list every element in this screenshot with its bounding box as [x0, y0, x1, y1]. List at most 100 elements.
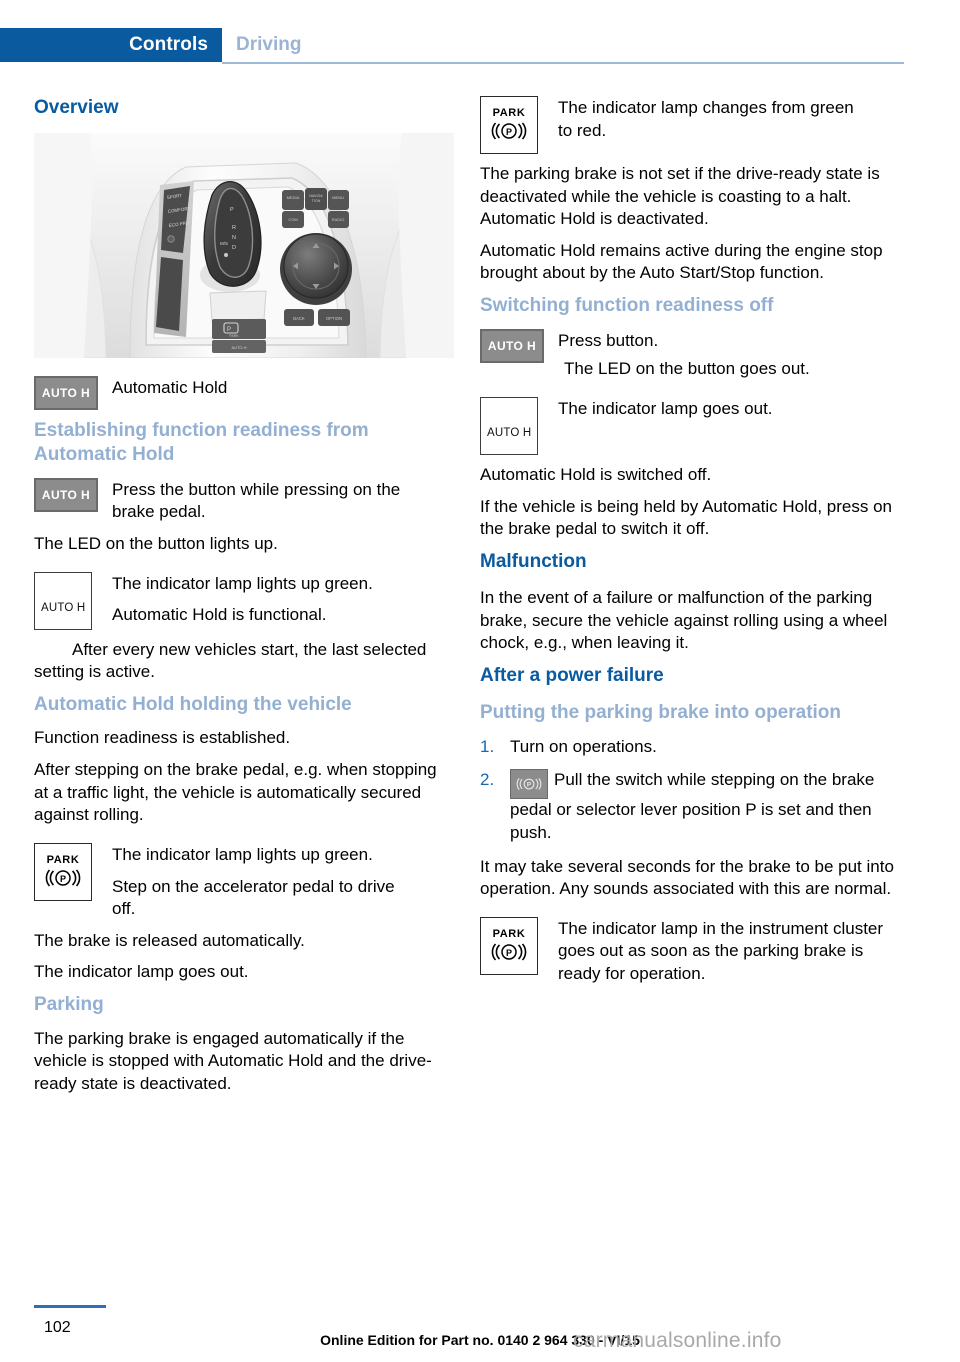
park-label: PARK [492, 107, 526, 119]
paragraph-brake-released: The brake is released automatically. [34, 930, 305, 950]
heading-establishing-readiness: Establishing function readiness from Aut… [34, 420, 369, 465]
text-line: Step on the accelerator pedal to drive [112, 876, 395, 896]
park-lamp-text: The indicator lamp lights up green. Step… [112, 843, 454, 921]
step-2-text: Pull the switch while stepping on the br… [510, 770, 875, 842]
text-line: Automatic Hold is functional. [112, 605, 327, 625]
left-column: Overview SPORT COMFORT ECO PRO P R N D M… [34, 96, 454, 1105]
svg-text:MEDIA: MEDIA [287, 195, 300, 200]
paragraph-after-vehicle-start: After every new vehicles start, the last… [34, 639, 454, 684]
svg-text:P: P [527, 782, 532, 789]
park-label: PARK [492, 927, 526, 940]
svg-text:P: P [227, 327, 231, 333]
heading-malfunction: Malfunction [480, 550, 587, 572]
console-caption-text: Automatic Hold [112, 376, 454, 400]
text-line: Press the button while pressing on the [112, 479, 401, 499]
park-brake-indicator-lamp-icon: PARK P [34, 842, 92, 901]
auto-hold-button-icon: AUTO H [480, 328, 544, 363]
paragraph-function-readiness: Function readiness is established. [34, 728, 291, 748]
svg-text:TION: TION [312, 199, 321, 203]
svg-text:COM: COM [288, 217, 297, 222]
svg-text:N: N [232, 235, 236, 241]
icon-cell: PARK P [480, 916, 558, 975]
paragraph-malfunction: In the event of a failure or malfunction… [480, 588, 888, 653]
heading-putting-into-operation: Putting the parking brake into operation [480, 702, 842, 724]
svg-text:R: R [232, 225, 236, 231]
step-number: 2. [480, 770, 495, 790]
paragraph-switched-off: Automatic Hold is switched off. [480, 465, 712, 485]
icon-cell: PARK P [480, 96, 558, 154]
svg-text:D: D [232, 245, 236, 251]
text-line: brake pedal. [112, 502, 206, 522]
right-column: PARK P The indicator lamp changes from g… [480, 96, 900, 995]
auto-hold-indicator-lamp-icon: AUTO H [34, 571, 92, 630]
establishing-icon-row: AUTO H Press the button while pressing o… [34, 477, 454, 524]
brake-symbol-icon: P [43, 867, 83, 889]
footer-edition-text: Online Edition for Part no. 0140 2 964 3… [320, 1332, 640, 1348]
text-line: Press button. [558, 330, 659, 350]
paragraph-lamp-goes-out: The indicator lamp goes out. [34, 962, 249, 982]
press-button-text: Press button. The LED on the button goes… [558, 329, 900, 381]
text-line: The indicator lamp lights up green. [112, 844, 373, 864]
step-text: Turn on operations. [510, 736, 657, 756]
console-figure-svg: SPORT COMFORT ECO PRO P R N D M/S P PARK… [34, 133, 454, 359]
text-line: off. [112, 899, 136, 919]
svg-text:M/S: M/S [220, 241, 228, 246]
park-brake-indicator-lamp-icon: PARK P [480, 96, 538, 154]
establishing-text: Press the button while pressing on the b… [112, 478, 454, 524]
auto-hold-button-icon: AUTO H [34, 477, 98, 512]
header-divider [222, 62, 904, 64]
paragraph-parking-brake-engaged: The parking brake is engaged automatical… [34, 1028, 432, 1093]
text-line: The indicator lamp changes from green [558, 98, 854, 117]
lamp-green-text: The indicator lamp lights up green. Auto… [112, 572, 454, 627]
park-changes-text: The indicator lamp changes from green to… [558, 96, 900, 142]
icon-cell: AUTO H [34, 477, 112, 512]
caption-line: Automatic Hold [112, 378, 228, 398]
paragraph-remains-active: Automatic Hold remains active during the… [480, 240, 883, 283]
svg-text:RADIO: RADIO [332, 217, 345, 222]
icon-cell: PARK P [34, 842, 112, 901]
lamp-green-row: AUTO H The indicator lamp lights up gree… [34, 571, 454, 630]
text-line: The indicator lamp goes out. [558, 399, 773, 419]
svg-text:AUTO H: AUTO H [231, 345, 246, 350]
paragraph-led-lights-up: The LED on the button lights up. [34, 533, 278, 553]
park-lamp-green-row: PARK P The indicator lamp lights up gree… [34, 842, 454, 921]
auto-hold-indicator-lamp-icon: AUTO H [480, 397, 538, 456]
park-brake-indicator-lamp-icon: PARK P [480, 916, 538, 975]
brake-symbol-icon: P [489, 120, 529, 142]
heading-holding-vehicle: Automatic Hold holding the vehicle [34, 693, 352, 715]
svg-text:P: P [60, 874, 66, 884]
icon-cell: AUTO H [34, 376, 112, 411]
after-start-text: After every new vehicles start, the last [72, 639, 359, 659]
page-header: Controls Driving [0, 28, 960, 62]
heading-overview: Overview [34, 97, 119, 118]
list-item: 2. P Pull the switch while stepping on t… [480, 769, 900, 844]
footer-divider [34, 1305, 106, 1308]
breadcrumb-section: Driving [236, 34, 302, 55]
icon-cell: AUTO H [34, 571, 112, 630]
svg-text:NAVIGA: NAVIGA [309, 194, 323, 198]
heading-power-failure: After a power failure [480, 664, 664, 686]
breadcrumb-chapter: Controls [129, 34, 208, 55]
step-number: 1. [480, 736, 495, 756]
text-line: The indicator lamp lights up green. [112, 573, 373, 593]
icon-cell: AUTO H [480, 328, 558, 363]
text-line: The LED on the button goes out. [564, 359, 810, 379]
final-park-lamp-row: PARK P The indicator lamp in the instrum… [480, 916, 900, 986]
heading-switching-off: Switching function readiness off [480, 295, 774, 317]
paragraph-held-by-hold: If the vehicle is being held by Automati… [480, 496, 893, 539]
console-caption-row: AUTO H Automatic Hold [34, 376, 454, 411]
auto-hold-button-icon: AUTO H [34, 376, 98, 411]
step-text-with-icon: P Pull the switch while stepping on the … [510, 769, 900, 844]
watermark: carmanualsonline.info [573, 1329, 782, 1352]
center-console-illustration: SPORT COMFORT ECO PRO P R N D M/S P PARK… [34, 133, 454, 359]
list-item: 1. Turn on operations. [480, 736, 900, 759]
park-changes-row: PARK P The indicator lamp changes from g… [480, 96, 900, 154]
heading-parking: Parking [34, 993, 104, 1015]
final-park-text: The indicator lamp in the instrument clu… [558, 918, 884, 984]
lamp-label: AUTO H [41, 601, 86, 614]
svg-text:OPTION: OPTION [326, 316, 342, 321]
lamp-label: AUTO H [487, 427, 532, 440]
press-button-row: AUTO H Press button. The LED on the butt… [480, 328, 900, 381]
svg-text:BACK: BACK [293, 316, 305, 321]
operation-steps-list: 1. Turn on operations. 2. P Pull the swi… [480, 736, 900, 845]
